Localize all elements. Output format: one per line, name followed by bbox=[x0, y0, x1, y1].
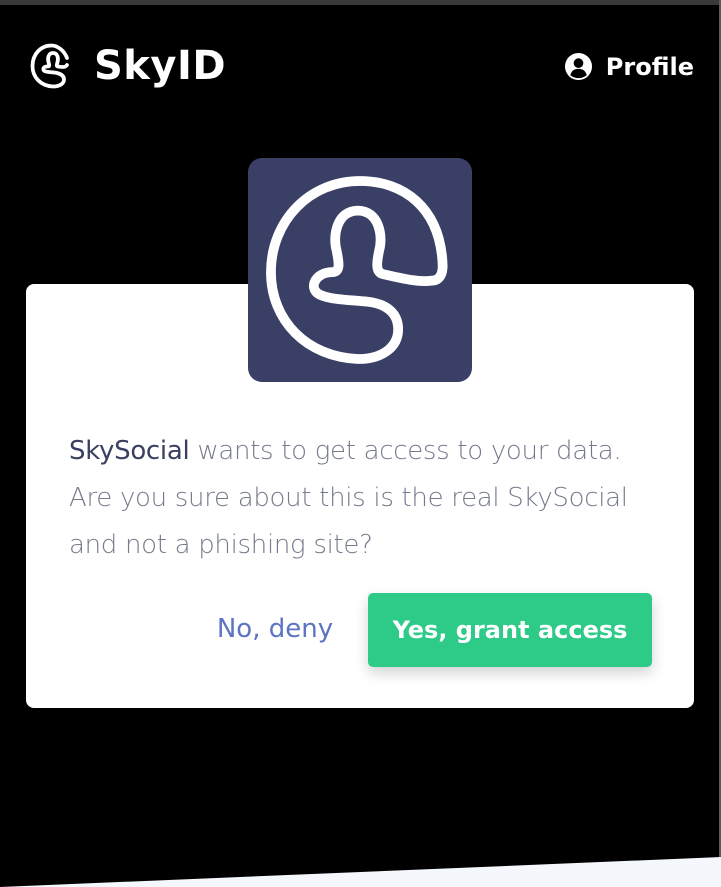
profile-button[interactable]: Profile bbox=[564, 52, 694, 81]
grant-access-button[interactable]: Yes, grant access bbox=[368, 593, 652, 667]
deny-button[interactable]: No, deny bbox=[200, 594, 350, 664]
profile-label: Profile bbox=[605, 52, 694, 81]
skyid-logo-icon bbox=[266, 176, 448, 364]
top-bar: SkyID Profile bbox=[0, 5, 721, 130]
footer-wedge bbox=[0, 857, 721, 887]
brand-name: SkyID bbox=[94, 43, 227, 89]
skyid-logo-icon bbox=[30, 43, 69, 89]
user-circle-icon bbox=[564, 52, 592, 81]
app-logo bbox=[248, 158, 472, 382]
access-message: SkySocial wants to get access to your da… bbox=[69, 428, 669, 569]
brand[interactable]: SkyID bbox=[28, 41, 226, 91]
app-name: SkySocial bbox=[69, 436, 190, 466]
